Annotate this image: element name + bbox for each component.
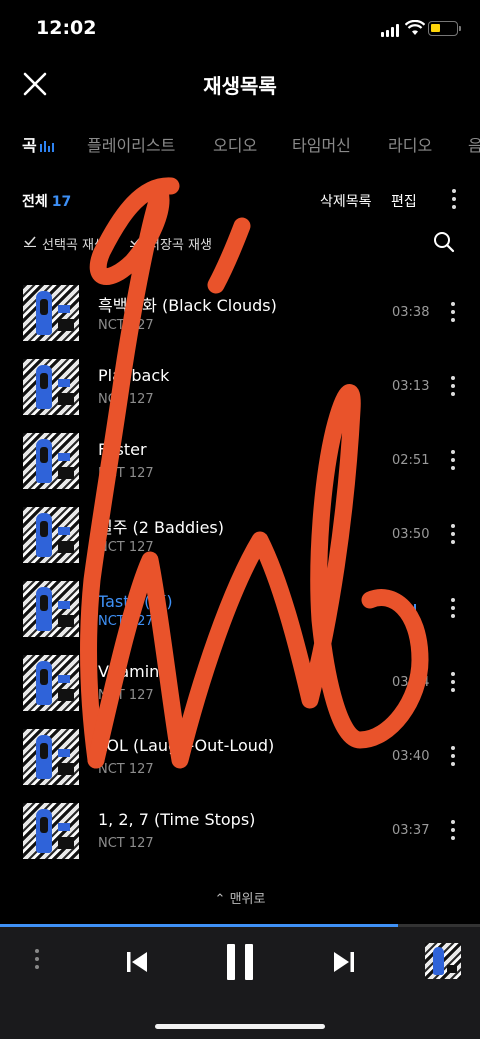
chevron-up-icon: ⌃ bbox=[214, 892, 226, 907]
track-more-icon[interactable] bbox=[450, 376, 456, 398]
track-row[interactable]: Vitamin NCT 127 03:34 bbox=[0, 652, 480, 726]
tab-radio[interactable]: 라디오 bbox=[388, 132, 432, 156]
album-art bbox=[23, 433, 79, 489]
scroll-top-button[interactable]: ⌃ 맨위로 bbox=[0, 888, 480, 907]
track-title: Faster bbox=[98, 440, 147, 459]
track-duration: 03:50 bbox=[392, 527, 430, 542]
album-art bbox=[23, 285, 79, 341]
total-count: 17 bbox=[51, 194, 72, 210]
track-duration: 03:34 bbox=[392, 675, 430, 690]
track-more-icon[interactable] bbox=[450, 672, 456, 694]
track-duration: 02:51 bbox=[392, 453, 430, 468]
track-row[interactable]: 1, 2, 7 (Time Stops) NCT 127 03:37 bbox=[0, 800, 480, 874]
track-duration: 03:37 bbox=[392, 823, 430, 838]
track-title: 질주 (2 Baddies) bbox=[98, 518, 224, 537]
header: 재생목록 bbox=[0, 56, 480, 112]
pause-icon[interactable] bbox=[224, 944, 256, 980]
total-label: 전체 17 bbox=[22, 191, 71, 211]
track-row[interactable]: 흑백영화 (Black Clouds) NCT 127 03:38 bbox=[0, 282, 480, 356]
track-artist: NCT 127 bbox=[98, 836, 154, 851]
player-album-art[interactable] bbox=[425, 943, 461, 979]
tab-bar: 곡 플레이리스트 오디오 타임머신 라디오 음 bbox=[0, 132, 480, 162]
track-duration: 03:13 bbox=[392, 379, 430, 394]
track-row[interactable]: 질주 (2 Baddies) NCT 127 03:50 bbox=[0, 504, 480, 578]
progress-bar[interactable] bbox=[0, 924, 480, 927]
track-row[interactable]: LOL (Laugh-Out-Loud) NCT 127 03:40 bbox=[0, 726, 480, 800]
player-more-icon[interactable] bbox=[34, 949, 40, 971]
track-title: LOL (Laugh-Out-Loud) bbox=[98, 736, 275, 755]
home-indicator[interactable] bbox=[155, 1024, 325, 1029]
track-more-icon[interactable] bbox=[450, 820, 456, 842]
track-title: 흑백영화 (Black Clouds) bbox=[98, 296, 277, 315]
album-art bbox=[23, 507, 79, 563]
status-bar: 12:02 bbox=[0, 0, 480, 56]
check-icon bbox=[24, 236, 36, 247]
track-title: Vitamin bbox=[98, 662, 160, 681]
edit-button[interactable]: 편집 bbox=[391, 191, 417, 211]
track-more-icon[interactable] bbox=[450, 524, 456, 546]
tab-songs[interactable]: 곡 bbox=[22, 132, 37, 156]
wifi-icon bbox=[405, 20, 425, 35]
deleted-list-button[interactable]: 삭제목록 bbox=[320, 191, 372, 211]
track-title: 1, 2, 7 (Time Stops) bbox=[98, 810, 256, 829]
track-row-now-playing[interactable]: Tasty (貘) NCT 127 bbox=[0, 578, 480, 652]
next-icon[interactable] bbox=[331, 950, 357, 974]
album-art bbox=[23, 359, 79, 415]
track-more-icon[interactable] bbox=[450, 746, 456, 768]
tab-time-machine[interactable]: 타임머신 bbox=[292, 132, 351, 156]
play-saved-button[interactable]: 저장곡 재생 bbox=[148, 234, 212, 253]
album-art bbox=[23, 655, 79, 711]
play-selected-button[interactable]: 선택곡 재생 bbox=[42, 234, 106, 253]
track-artist: NCT 127 bbox=[98, 392, 154, 407]
track-duration: 03:40 bbox=[392, 749, 430, 764]
search-icon[interactable] bbox=[433, 231, 455, 253]
track-title: Tasty (貘) bbox=[98, 592, 173, 611]
track-artist: NCT 127 bbox=[98, 762, 154, 777]
progress-fill bbox=[0, 924, 399, 927]
check-icon bbox=[130, 236, 142, 247]
tab-more-cut[interactable]: 음 bbox=[468, 132, 480, 156]
mini-player bbox=[0, 924, 480, 1039]
album-art bbox=[23, 729, 79, 785]
track-artist: NCT 127 bbox=[98, 688, 154, 703]
track-duration: 03:38 bbox=[392, 305, 430, 320]
play-options: 선택곡 재생 저장곡 재생 bbox=[0, 232, 480, 256]
scroll-top-label: 맨위로 bbox=[229, 892, 266, 907]
track-more-icon[interactable] bbox=[450, 598, 456, 620]
previous-icon[interactable] bbox=[124, 950, 150, 974]
list-toolbar: 전체 17 삭제목록 편집 bbox=[0, 186, 480, 214]
track-artist: NCT 127 bbox=[98, 466, 154, 481]
page-title: 재생목록 bbox=[203, 74, 277, 98]
track-more-icon[interactable] bbox=[450, 302, 456, 324]
track-title: Playback bbox=[98, 366, 170, 385]
list-more-icon[interactable] bbox=[451, 189, 457, 211]
track-row[interactable]: Faster NCT 127 02:51 bbox=[0, 430, 480, 504]
album-art bbox=[23, 581, 79, 637]
tab-audio[interactable]: 오디오 bbox=[213, 132, 257, 156]
album-art bbox=[23, 803, 79, 859]
track-artist: NCT 127 bbox=[98, 614, 154, 629]
battery-icon bbox=[428, 21, 461, 36]
total-text: 전체 bbox=[22, 194, 48, 210]
track-more-icon[interactable] bbox=[450, 450, 456, 472]
track-artist: NCT 127 bbox=[98, 318, 154, 333]
track-artist: NCT 127 bbox=[98, 540, 154, 555]
track-row[interactable]: Playback NCT 127 03:13 bbox=[0, 356, 480, 430]
status-time: 12:02 bbox=[36, 17, 97, 39]
now-playing-icon bbox=[402, 604, 416, 616]
tab-playlists[interactable]: 플레이리스트 bbox=[87, 132, 175, 156]
